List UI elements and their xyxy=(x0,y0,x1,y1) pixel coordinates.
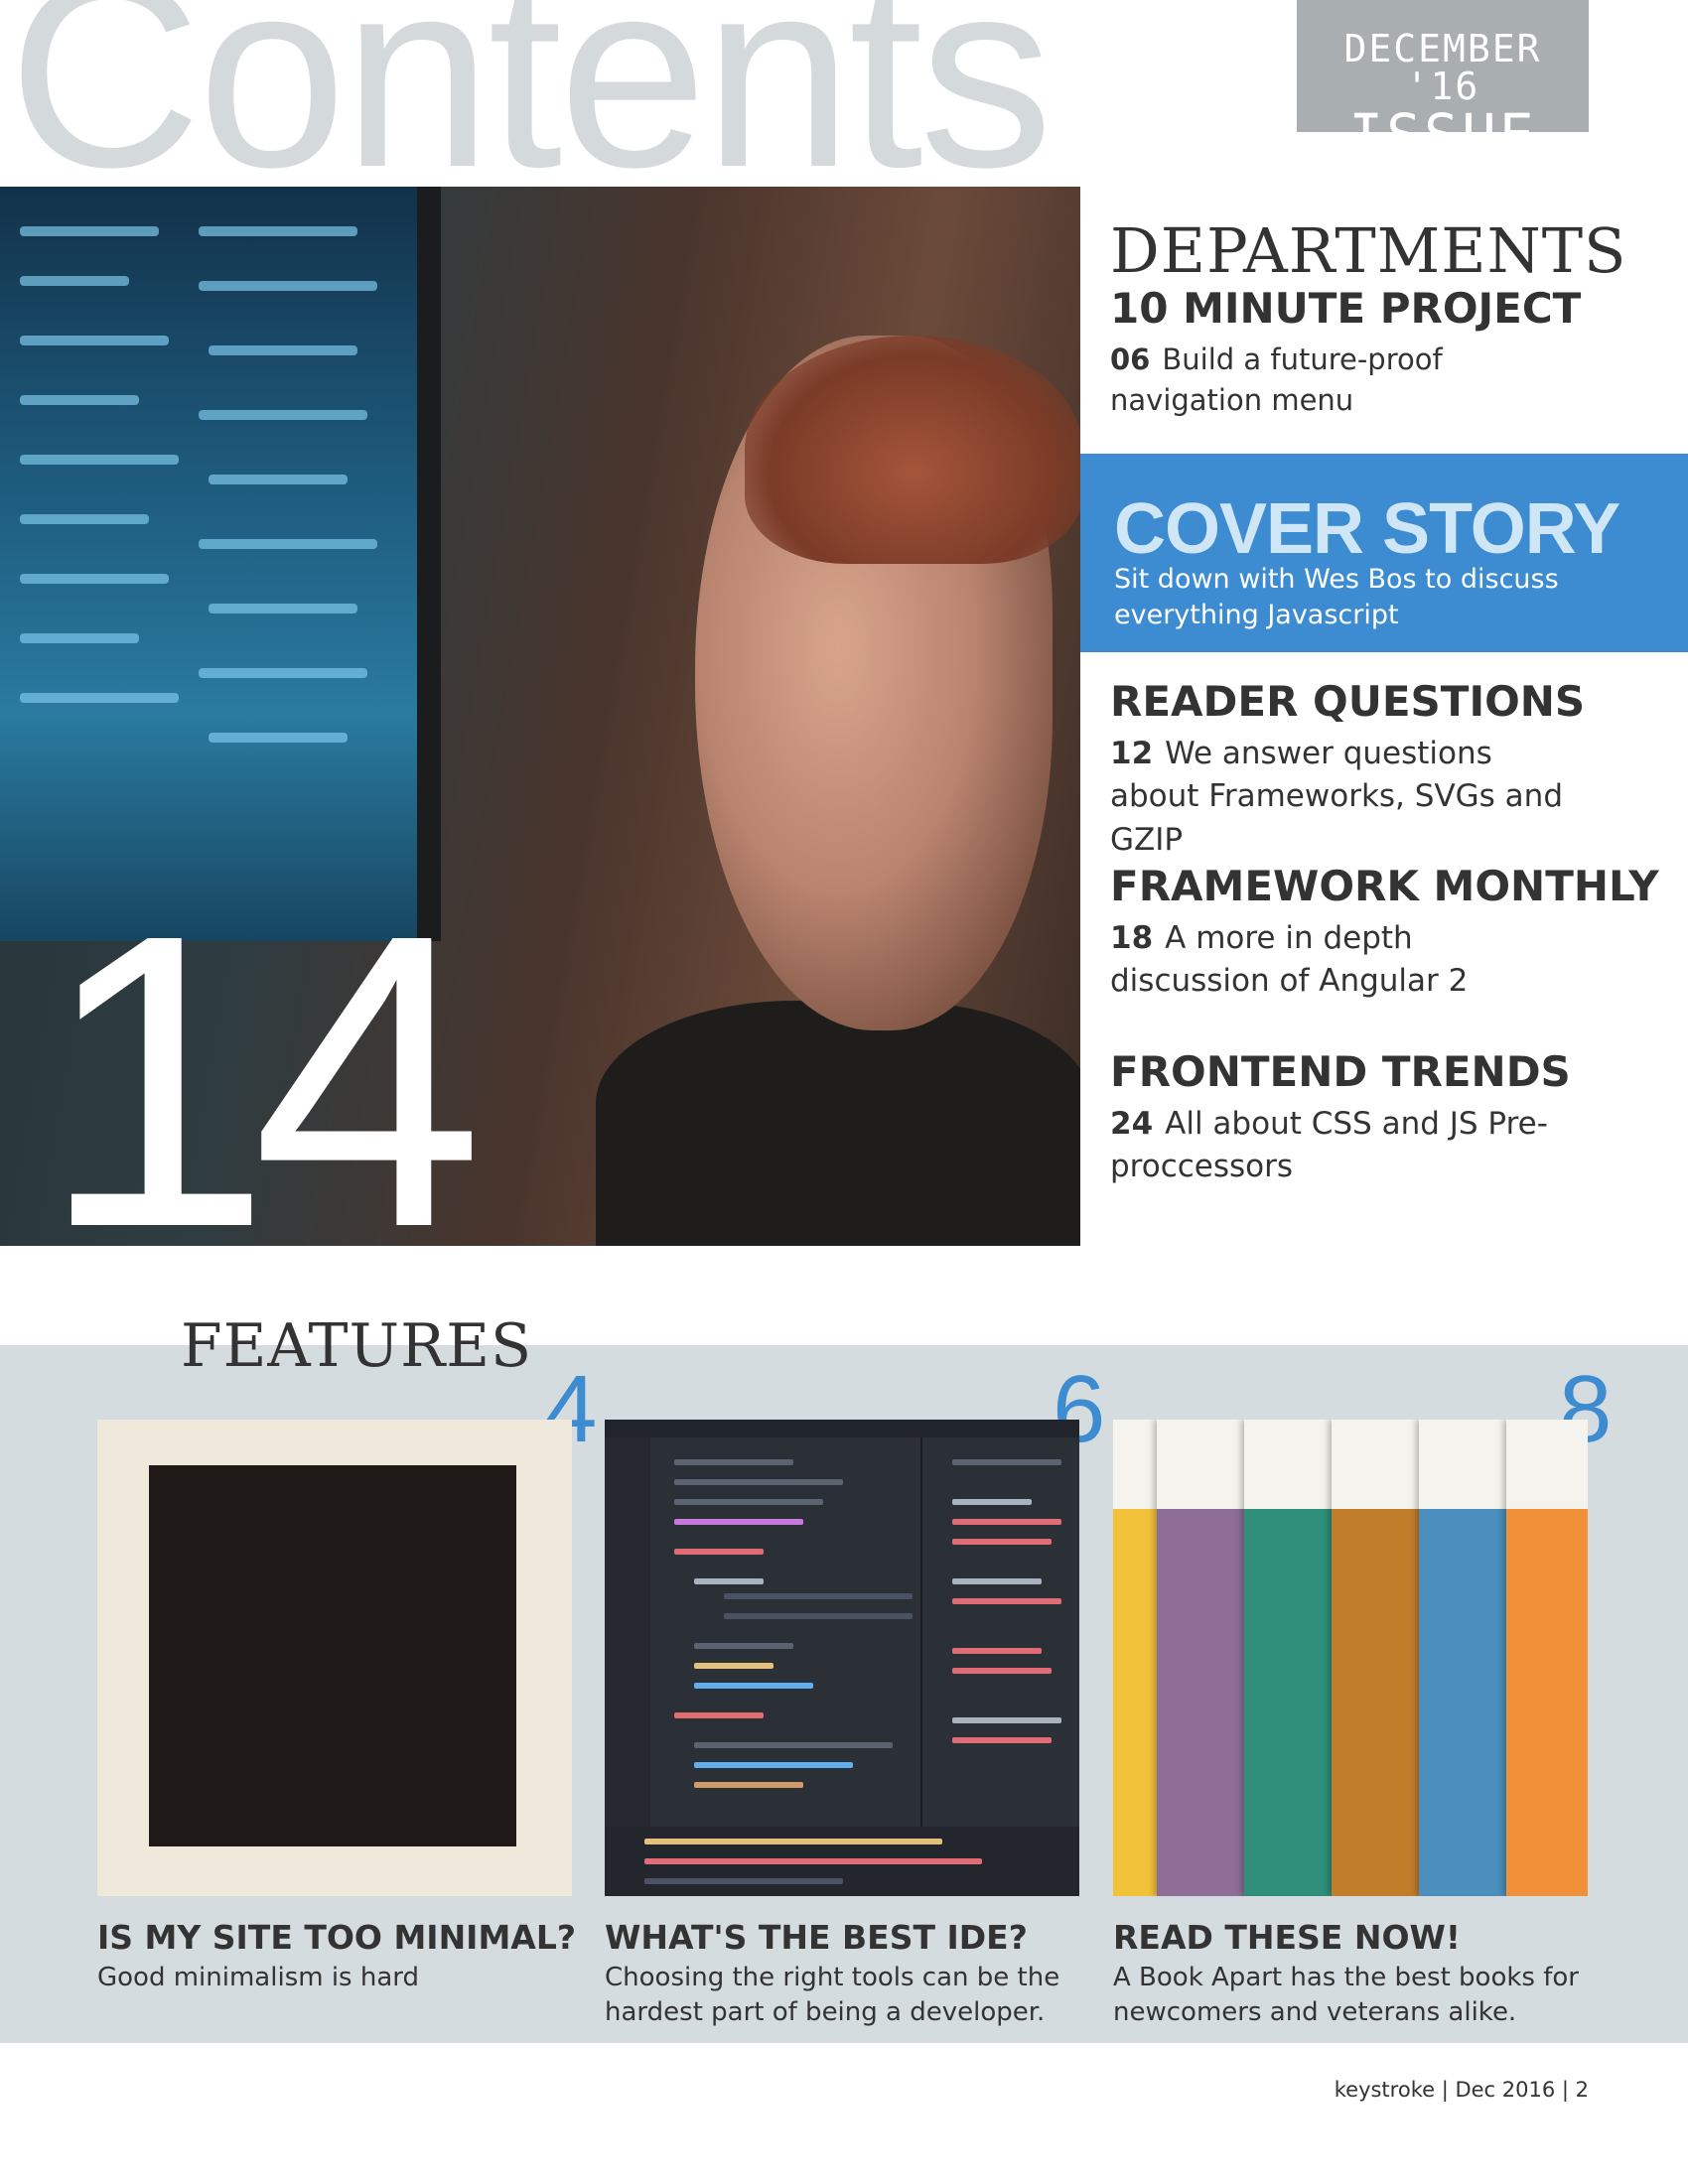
feature-description: Choosing the right tools can be the hard… xyxy=(605,1963,1060,2028)
feature-image-black-square[interactable] xyxy=(97,1420,572,1896)
entry-description: A more in depth discussion of Angular 2 xyxy=(1110,920,1469,1000)
feature-image-ide-screenshot[interactable] xyxy=(605,1420,1079,1896)
black-square-artwork xyxy=(149,1465,516,1846)
entry-description: We answer questions about Frameworks, SV… xyxy=(1110,736,1563,858)
entry-title: 10 MINUTE PROJECT xyxy=(1110,284,1582,333)
entry-title: READER QUESTIONS xyxy=(1110,677,1586,726)
person-shirt xyxy=(596,1001,1080,1246)
cover-story-title: COVER STORY xyxy=(1114,489,1620,569)
issue-badge: DECEMBER '16 ISSUE 01 xyxy=(1297,0,1589,225)
entry-page-number: 24 xyxy=(1110,1106,1154,1142)
masthead-title: Contents xyxy=(8,0,1054,223)
cover-story-description: Sit down with Wes Bos to discuss everyth… xyxy=(1114,564,1559,631)
ide-status-panel xyxy=(605,1827,1079,1896)
feature-title[interactable]: WHAT'S THE BEST IDE? xyxy=(605,1921,1028,1954)
hero-page-number: 14 xyxy=(40,849,484,1314)
issue-number: ISSUE 01 xyxy=(1348,101,1537,229)
book-cover xyxy=(1244,1420,1336,1896)
entry-page-number: 12 xyxy=(1110,736,1154,771)
person-hair xyxy=(745,336,1080,564)
book-cover xyxy=(1332,1420,1423,1896)
ide-tab-bar xyxy=(605,1420,1079,1437)
book-cover xyxy=(1157,1420,1248,1896)
feature-title[interactable]: READ THESE NOW! xyxy=(1113,1921,1461,1954)
entry-title: FRONTEND TRENDS xyxy=(1110,1047,1571,1096)
departments-heading: DEPARTMENTS xyxy=(1110,214,1627,287)
department-entry[interactable]: 10 MINUTE PROJECT 06 Build a future-proof… xyxy=(1110,288,1581,420)
ide-line-gutter xyxy=(605,1437,650,1854)
book-cover xyxy=(1506,1420,1588,1896)
monitor-illustration xyxy=(0,187,441,941)
feature-description: Good minimalism is hard xyxy=(97,1963,420,1992)
entry-description: All about CSS and JS Pre-proccessors xyxy=(1110,1106,1548,1185)
book-cover xyxy=(1419,1420,1510,1896)
entry-page-number: 06 xyxy=(1110,342,1151,376)
page-footer: keystroke | Dec 2016 | 2 xyxy=(1334,2078,1589,2102)
department-entry[interactable]: READER QUESTIONS 12 We answer questions a… xyxy=(1110,681,1585,862)
features-heading: FEATURES xyxy=(181,1311,533,1381)
feature-image-book-stack[interactable] xyxy=(1113,1420,1588,1896)
entry-body: 18 A more in depth discussion of Angular … xyxy=(1110,917,1577,1004)
ide-split-divider xyxy=(920,1437,922,1854)
entry-body: 06 Build a future-proof navigation menu xyxy=(1110,340,1577,420)
issue-month: DECEMBER '16 xyxy=(1343,27,1542,108)
department-entry[interactable]: FRONTEND TRENDS 24 All about CSS and JS P… xyxy=(1110,1051,1577,1189)
entry-body: 12 We answer questions about Frameworks, … xyxy=(1110,733,1577,862)
entry-body: 24 All about CSS and JS Pre-proccessors xyxy=(1110,1103,1577,1189)
entry-title: FRAMEWORK MONTHLY xyxy=(1110,862,1659,910)
feature-title[interactable]: IS MY SITE TOO MINIMAL? xyxy=(97,1921,576,1954)
department-entry[interactable]: FRAMEWORK MONTHLY 18 A more in depth disc… xyxy=(1110,866,1659,1004)
entry-page-number: 18 xyxy=(1110,920,1154,956)
feature-description: A Book Apart has the best books for newc… xyxy=(1113,1963,1579,2028)
entry-description: Build a future-proof navigation menu xyxy=(1110,342,1443,417)
